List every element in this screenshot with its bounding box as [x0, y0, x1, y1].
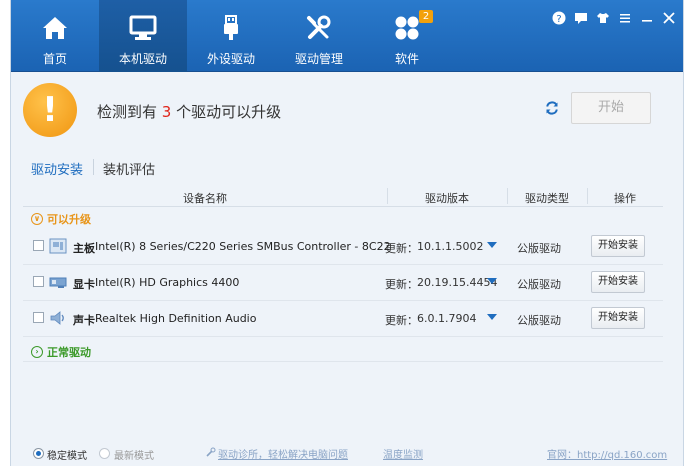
device-name: Realtek High Definition Audio [95, 312, 257, 325]
mode-stable-radio[interactable] [33, 448, 44, 459]
col-driver-type: 驱动类型 [525, 192, 569, 205]
group-normal-drivers[interactable]: › 正常驱动 [31, 344, 91, 360]
driver-version: 20.19.15.4454 [417, 276, 498, 289]
menu-icon[interactable] [617, 10, 633, 26]
tab-local-drivers-label: 本机驱动 [118, 52, 167, 66]
driver-type: 公版驱动 [517, 242, 561, 255]
window-controls: ? [551, 10, 677, 26]
device-name: Intel(R) 8 Series/C220 Series SMBus Cont… [95, 240, 391, 253]
help-icon[interactable]: ? [551, 10, 567, 26]
mode-latest-label: 最新模式 [114, 451, 154, 462]
tab-peripheral-drivers-label: 外设驱动 [206, 52, 255, 66]
group-upgradable-label: 可以升级 [47, 213, 91, 226]
device-type: 主板 [73, 242, 95, 255]
update-label: 更新： [385, 314, 418, 327]
tools-icon [307, 15, 331, 39]
tab-driver-management[interactable]: 驱动管理 [275, 0, 363, 72]
tab-home-label: 首页 [42, 52, 67, 66]
upgradable-count: 3 [161, 103, 172, 121]
scan-result-text: 检测到有 3 个驱动可以升级 [97, 101, 281, 122]
official-site-link[interactable]: 官网：http://qd.160.com [547, 446, 667, 461]
install-button[interactable]: 开始安装 [591, 271, 645, 293]
home-icon [43, 17, 67, 39]
usb-icon [224, 15, 238, 40]
mode-stable-label: 稳定模式 [47, 451, 87, 462]
sub-tab-bar: 驱动安装 装机评估 [11, 149, 683, 185]
close-icon[interactable] [661, 10, 677, 26]
driver-type: 公版驱动 [517, 278, 561, 291]
version-dropdown-icon[interactable] [487, 242, 497, 248]
scan-status-panel: ! 检测到有 3 个驱动可以升级 开始 [11, 73, 683, 149]
row-checkbox[interactable] [33, 276, 44, 287]
svg-text:?: ? [556, 14, 561, 25]
driver-version: 6.0.1.7904 [417, 312, 477, 325]
table-row: 声卡 Realtek High Definition Audio 更新： 6.0… [23, 301, 663, 337]
version-dropdown-icon[interactable] [487, 314, 497, 320]
tab-local-drivers[interactable]: 本机驱动 [99, 0, 187, 72]
warning-icon: ! [23, 83, 77, 137]
skin-icon[interactable] [595, 10, 611, 26]
col-device-name: 设备名称 [183, 192, 227, 205]
install-button[interactable]: 开始安装 [591, 235, 645, 257]
top-nav-bar: 首页 本机驱动 外设驱动 驱动管理 2 软件 ? [11, 0, 683, 72]
device-name: Intel(R) HD Graphics 4400 [95, 276, 240, 289]
col-action: 操作 [614, 192, 636, 205]
tab-peripheral-drivers[interactable]: 外设驱动 [187, 0, 275, 72]
driver-version: 10.1.1.5002 [417, 240, 484, 253]
tab-driver-install[interactable]: 驱动安装 [31, 159, 83, 178]
apps-icon [395, 16, 419, 40]
start-button[interactable]: 开始 [571, 92, 651, 124]
motherboard-icon [49, 238, 67, 254]
group-divider [23, 361, 663, 362]
expand-icon: › [31, 346, 43, 358]
tab-software-label: 软件 [394, 52, 419, 66]
wrench-icon [206, 447, 216, 457]
tab-driver-management-label: 驱动管理 [294, 52, 343, 66]
feedback-icon[interactable] [573, 10, 589, 26]
driver-clinic-link[interactable]: 驱动诊所，轻松解决电脑问题 [218, 446, 348, 461]
mode-latest-radio[interactable] [99, 448, 110, 459]
collapse-icon: ∨ [31, 213, 43, 225]
tab-software[interactable]: 2 软件 [363, 0, 451, 72]
footer-bar: 稳定模式 最新模式 驱动诊所，轻松解决电脑问题 温度监测 官网：http://q… [11, 440, 683, 466]
driver-app-window: 首页 本机驱动 外设驱动 驱动管理 2 软件 ? ! 检测到有 3 个驱动可以升… [10, 0, 684, 466]
group-normal-label: 正常驱动 [47, 346, 91, 359]
software-update-badge: 2 [419, 10, 433, 23]
table-row: 显卡 Intel(R) HD Graphics 4400 更新： 20.19.1… [23, 265, 663, 301]
scan-result-prefix: 检测到有 [97, 103, 162, 121]
tab-home[interactable]: 首页 [11, 0, 99, 72]
minimize-icon[interactable] [639, 10, 655, 26]
group-upgradable[interactable]: ∨ 可以升级 [31, 211, 91, 227]
monitor-icon [129, 15, 157, 40]
temperature-monitor-link[interactable]: 温度监测 [383, 446, 423, 461]
row-checkbox[interactable] [33, 312, 44, 323]
driver-table-header: 设备名称 驱动版本 驱动类型 操作 [23, 185, 663, 207]
tab-system-evaluation[interactable]: 装机评估 [103, 159, 155, 178]
table-row: 主板 Intel(R) 8 Series/C220 Series SMBus C… [23, 229, 663, 265]
refresh-icon[interactable] [544, 100, 560, 116]
row-checkbox[interactable] [33, 240, 44, 251]
install-button[interactable]: 开始安装 [591, 307, 645, 329]
scan-result-suffix: 个驱动可以升级 [171, 103, 282, 121]
col-driver-version: 驱动版本 [425, 192, 469, 205]
graphics-card-icon [49, 277, 67, 288]
update-label: 更新： [385, 242, 418, 255]
speaker-icon [50, 311, 64, 325]
tab-divider [93, 159, 94, 175]
device-type: 显卡 [73, 278, 95, 291]
update-label: 更新： [385, 278, 418, 291]
version-dropdown-icon[interactable] [487, 278, 497, 284]
device-type: 声卡 [73, 314, 95, 327]
driver-type: 公版驱动 [517, 314, 561, 327]
